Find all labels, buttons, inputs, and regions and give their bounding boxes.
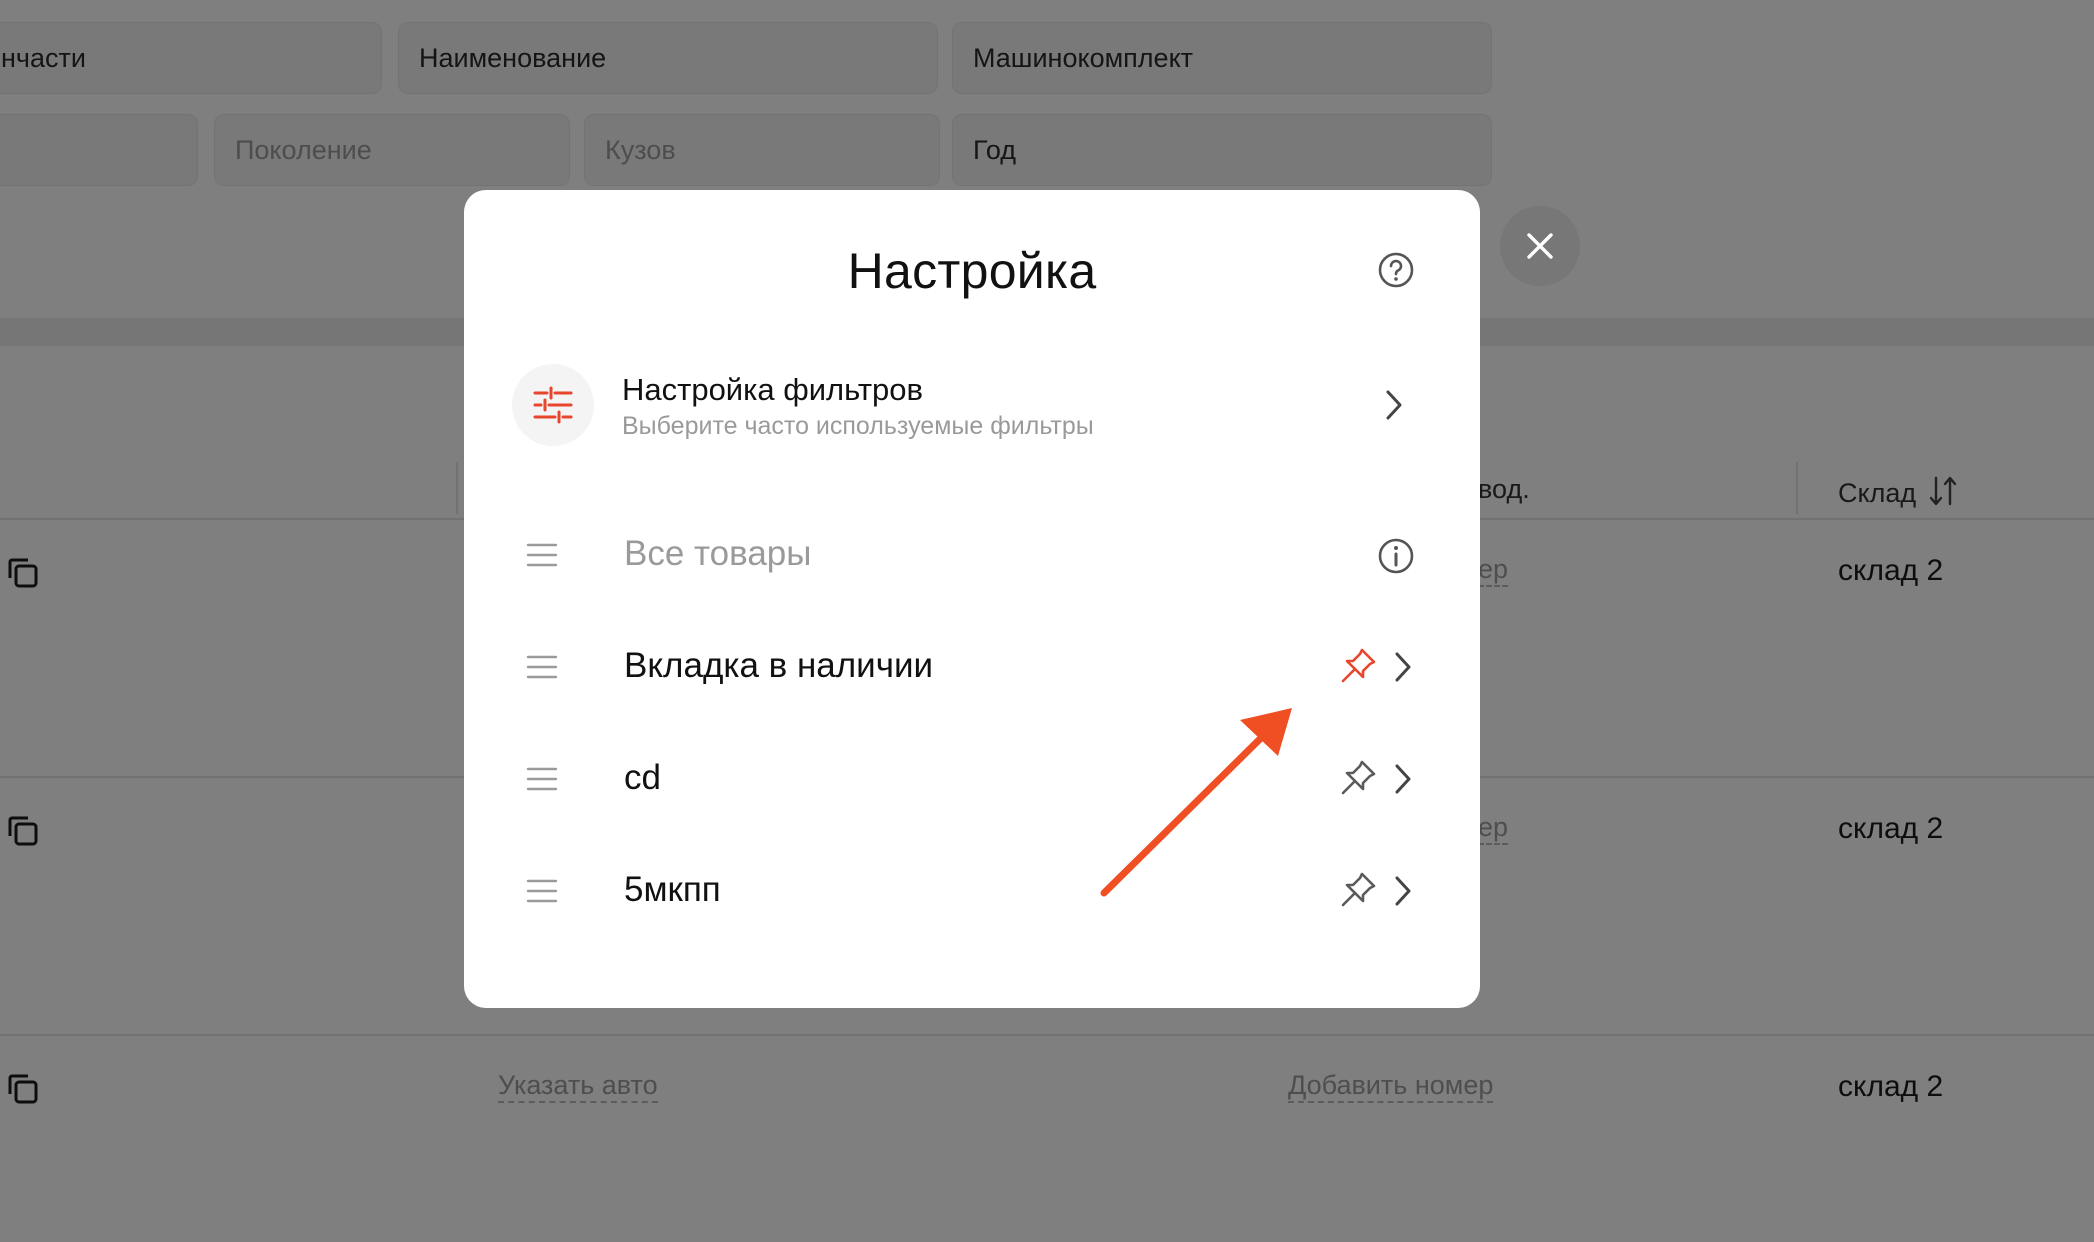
- drag-handle-icon[interactable]: [526, 653, 558, 681]
- tab-item-label: Все товары: [624, 534, 812, 573]
- filter-settings-row[interactable]: Настройка фильтров Выберите часто исполь…: [512, 362, 1432, 448]
- drag-handle-icon[interactable]: [526, 765, 558, 793]
- tab-item-label: Вкладка в наличии: [624, 646, 934, 685]
- pin-icon[interactable]: [1338, 870, 1378, 910]
- pin-icon-active[interactable]: [1338, 646, 1378, 686]
- tab-item-cd[interactable]: cd: [512, 740, 1432, 820]
- close-button[interactable]: [1500, 206, 1580, 286]
- close-icon: [1527, 233, 1553, 259]
- info-icon[interactable]: [1376, 536, 1416, 576]
- filter-settings-title: Настройка фильтров: [622, 372, 924, 407]
- chevron-right-icon[interactable]: [1392, 762, 1414, 796]
- drag-handle-icon[interactable]: [526, 877, 558, 905]
- tab-item-label: cd: [624, 758, 661, 797]
- tab-item-5mkpp[interactable]: 5мкпп: [512, 852, 1432, 932]
- filter-settings-subtitle: Выберите часто используемые фильтры: [622, 412, 1094, 440]
- filter-settings-icon-badge: [512, 364, 594, 446]
- chevron-right-icon[interactable]: [1392, 650, 1414, 684]
- drag-handle-icon[interactable]: [526, 541, 558, 569]
- pin-icon[interactable]: [1338, 758, 1378, 798]
- tab-item-all-goods[interactable]: Все товары: [512, 516, 1432, 596]
- tab-item-label: 5мкпп: [624, 870, 721, 909]
- sliders-icon: [533, 386, 573, 424]
- help-icon[interactable]: [1376, 250, 1416, 290]
- settings-modal: Настройка Настройка фильтров Выберите ча…: [464, 190, 1480, 1008]
- tab-item-in-stock[interactable]: Вкладка в наличии: [512, 628, 1432, 708]
- chevron-right-icon[interactable]: [1392, 874, 1414, 908]
- chevron-right-icon: [1386, 390, 1402, 420]
- modal-title: Настройка: [847, 243, 1097, 299]
